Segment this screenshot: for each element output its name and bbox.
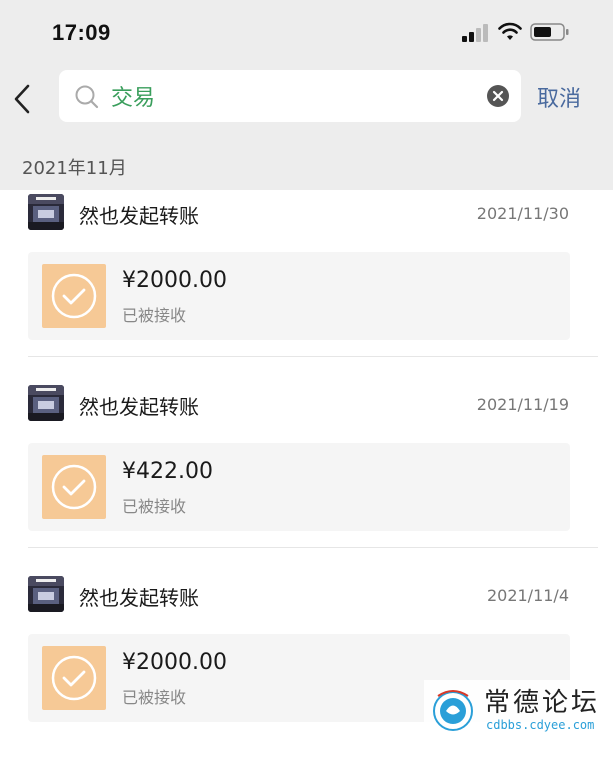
divider — [28, 356, 598, 357]
back-chevron-icon[interactable] — [10, 82, 36, 116]
wifi-icon — [498, 22, 522, 40]
divider — [28, 547, 598, 548]
avatar — [28, 385, 64, 421]
search-box[interactable] — [59, 70, 521, 122]
watermark-title: 常德论坛 — [484, 688, 601, 718]
transfer-status: 已被接收 — [122, 497, 187, 516]
transaction-date: 2021/11/30 — [476, 204, 569, 223]
transfer-status: 已被接收 — [122, 306, 187, 325]
avatar — [28, 576, 64, 612]
cancel-button[interactable]: 取消 — [537, 81, 581, 113]
transfer-received-icon — [42, 646, 106, 710]
transfer-amount: ¥2000.00 — [122, 268, 227, 293]
signal-icon — [462, 24, 488, 42]
avatar — [28, 194, 64, 230]
watermark: 常德论坛 cdbbs.cdyee.com — [424, 680, 613, 740]
transaction-item[interactable]: 然也发起转账 2021/11/19 ¥422.00 已被接收 — [0, 381, 613, 572]
transaction-title: 然也发起转账 — [79, 395, 199, 419]
transaction-title: 然也发起转账 — [79, 204, 199, 228]
clear-icon[interactable] — [486, 84, 510, 108]
transaction-date: 2021/11/19 — [476, 395, 569, 414]
forum-logo-icon — [433, 690, 473, 731]
status-time: 17:09 — [52, 20, 111, 45]
watermark-url: cdbbs.cdyee.com — [486, 718, 595, 732]
status-bar: 17:09 — [0, 0, 613, 64]
transfer-card[interactable]: ¥2000.00 已被接收 — [28, 252, 570, 340]
search-input[interactable] — [111, 80, 471, 112]
battery-icon — [530, 23, 569, 41]
transfer-amount: ¥422.00 — [122, 459, 213, 484]
transaction-item[interactable]: 然也发起转账 2021/11/30 ¥2000.00 已被接收 — [0, 190, 613, 381]
transfer-card[interactable]: ¥422.00 已被接收 — [28, 443, 570, 531]
search-icon — [75, 85, 99, 109]
transaction-title: 然也发起转账 — [79, 586, 199, 610]
transfer-amount: ¥2000.00 — [122, 650, 227, 675]
transfer-received-icon — [42, 264, 106, 328]
transaction-date: 2021/11/4 — [486, 586, 569, 605]
search-header: 取消 2021年11月 — [0, 64, 613, 190]
month-header: 2021年11月 — [22, 158, 127, 179]
transfer-received-icon — [42, 455, 106, 519]
transfer-status: 已被接收 — [122, 688, 187, 707]
